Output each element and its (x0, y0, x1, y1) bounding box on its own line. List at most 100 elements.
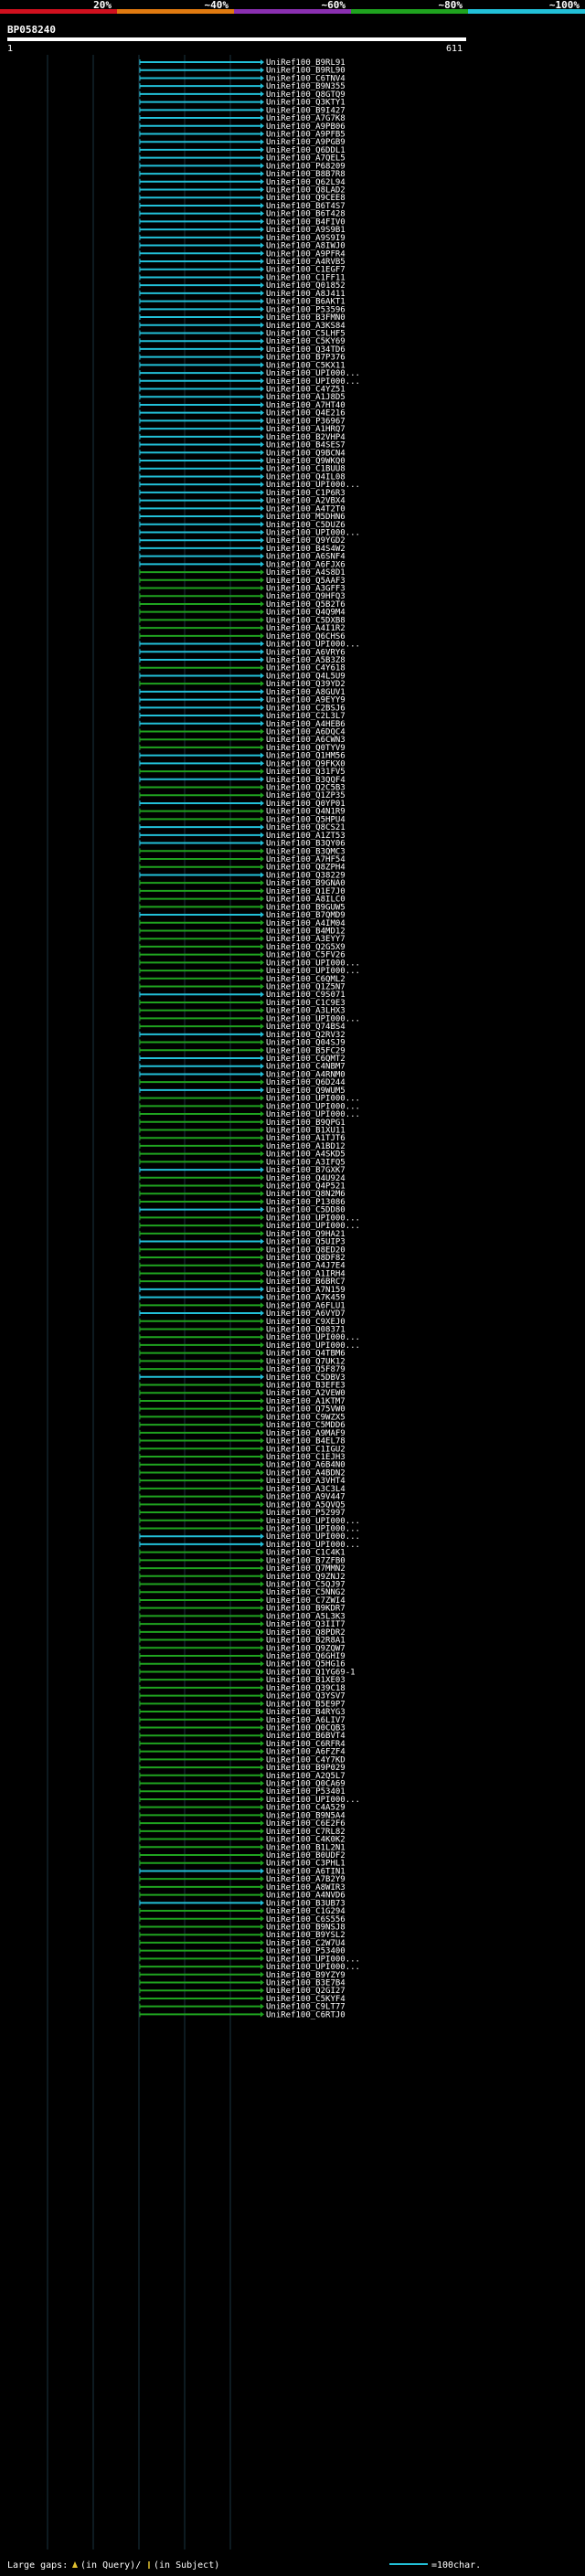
hit-end-arrow-icon (261, 1055, 264, 1061)
hit-end-arrow-icon (261, 1150, 264, 1157)
hit-end-arrow-icon (261, 1605, 264, 1611)
hit-end-arrow-icon (261, 426, 264, 432)
hit-end-arrow-icon (261, 824, 264, 831)
hit-end-arrow-icon (261, 617, 264, 623)
query-header: BP058240 1 611 (7, 24, 466, 54)
hit-end-arrow-icon (261, 1915, 264, 1922)
hit-end-arrow-icon (261, 115, 264, 122)
hit-end-arrow-icon (261, 386, 264, 392)
hit-end-arrow-icon (261, 1988, 264, 1994)
hit-end-arrow-icon (261, 1549, 264, 1555)
hit-end-arrow-icon (261, 139, 264, 145)
hit-end-arrow-icon (261, 1971, 264, 1977)
hit-end-arrow-icon (261, 649, 264, 655)
hit-end-arrow-icon (261, 1294, 264, 1300)
hit-end-arrow-icon (261, 928, 264, 934)
hit-end-arrow-icon (261, 1541, 264, 1547)
hit-end-arrow-icon (261, 1318, 264, 1324)
hit-end-arrow-icon (261, 259, 264, 264)
hit-end-arrow-icon (261, 210, 264, 217)
scale-label: 20% (93, 0, 112, 11)
hit-end-arrow-icon (261, 90, 264, 97)
hit-end-arrow-icon (261, 330, 264, 336)
legend-gaps-label: Large gaps: (7, 2560, 68, 2571)
hit-end-arrow-icon (261, 1246, 264, 1253)
scale-label: ~40% (205, 0, 229, 11)
hit-end-arrow-icon (261, 713, 264, 719)
hit-end-arrow-icon (261, 1892, 264, 1898)
hit-end-arrow-icon (261, 1701, 264, 1707)
hit-end-arrow-icon (261, 338, 264, 345)
hit-end-arrow-icon (261, 840, 264, 846)
hit-end-arrow-icon (261, 1223, 264, 1229)
hit-end-arrow-icon (261, 250, 264, 257)
hit-end-arrow-icon (261, 1302, 264, 1309)
hit-end-arrow-icon (261, 465, 264, 472)
hit-end-arrow-icon (261, 641, 264, 647)
hit-end-arrow-icon (261, 856, 264, 862)
hit-end-arrow-icon (261, 274, 264, 281)
hit-end-arrow-icon (261, 107, 264, 113)
hit-end-arrow-icon (261, 896, 264, 902)
hit-end-arrow-icon (261, 1023, 264, 1030)
hit-end-arrow-icon (261, 1390, 264, 1396)
hit-end-arrow-icon (261, 1828, 264, 1834)
hit-end-arrow-icon (261, 912, 264, 918)
hit-end-arrow-icon (261, 1461, 264, 1468)
hit-end-arrow-icon (261, 1182, 264, 1189)
hit-end-arrow-icon (261, 673, 264, 679)
scale-label: ~80% (439, 0, 463, 11)
hit-end-arrow-icon (261, 1437, 264, 1444)
hit-end-arrow-icon (261, 186, 264, 193)
hit-end-arrow-icon (261, 458, 264, 463)
hit-end-arrow-icon (261, 959, 264, 966)
hit-end-arrow-icon (261, 1684, 264, 1691)
hit-end-arrow-icon (261, 362, 264, 368)
hit-end-arrow-icon (261, 1039, 264, 1045)
hit-end-arrow-icon (261, 306, 264, 313)
hit-end-arrow-icon (261, 1310, 264, 1317)
hit-end-arrow-icon (261, 1174, 264, 1181)
hit-end-arrow-icon (261, 1844, 264, 1850)
hit-end-arrow-icon (261, 609, 264, 615)
hit-end-arrow-icon (261, 202, 264, 208)
hit-end-arrow-icon (261, 242, 264, 249)
hit-end-arrow-icon (261, 298, 264, 304)
hit-end-arrow-icon (261, 696, 264, 703)
hit-end-arrow-icon (261, 1748, 264, 1754)
hit-end-arrow-icon (261, 370, 264, 376)
hit-end-arrow-icon (261, 83, 264, 90)
hit-end-arrow-icon (261, 266, 264, 272)
scale-label: ~100% (549, 0, 580, 11)
hit-end-arrow-icon (261, 1510, 264, 1516)
hit-end-arrow-icon (261, 314, 264, 321)
hit-end-arrow-icon (261, 59, 264, 65)
hit-end-arrow-icon (261, 171, 264, 177)
hit-end-arrow-icon (261, 1469, 264, 1476)
hit-end-arrow-icon (261, 1836, 264, 1842)
identity-scale-bar: 20% ~40% ~60% ~80% ~100% (0, 0, 585, 14)
hit-end-arrow-icon (261, 1485, 264, 1491)
hit-end-arrow-icon (261, 951, 264, 958)
hit-end-arrow-icon (261, 1142, 264, 1149)
hit-end-arrow-icon (261, 67, 264, 73)
hit-end-arrow-icon (261, 1334, 264, 1341)
hit-end-arrow-icon (261, 1772, 264, 1778)
hit-end-arrow-icon (261, 1908, 264, 1914)
hit-end-arrow-icon (261, 1373, 264, 1380)
hit-end-arrow-icon (261, 999, 264, 1005)
hit-end-arrow-icon (261, 800, 264, 806)
hit-end-arrow-icon (261, 1995, 264, 2001)
hit-end-arrow-icon (261, 816, 264, 822)
hit-end-arrow-icon (261, 1613, 264, 1619)
hit-end-arrow-icon (261, 1159, 264, 1165)
hit-end-arrow-icon (261, 904, 264, 910)
hit-end-arrow-icon (261, 600, 264, 607)
hit-end-arrow-icon (261, 1366, 264, 1373)
hit-end-arrow-icon (261, 936, 264, 942)
hit-end-arrow-icon (261, 282, 264, 289)
hit-end-arrow-icon (261, 234, 264, 240)
hit-end-arrow-icon (261, 1852, 264, 1858)
alignment-overview-chart: 20% ~40% ~60% ~80% ~100% BP058240 1 611 UniR… (0, 0, 585, 2571)
hit-end-arrow-icon (261, 1709, 264, 1715)
